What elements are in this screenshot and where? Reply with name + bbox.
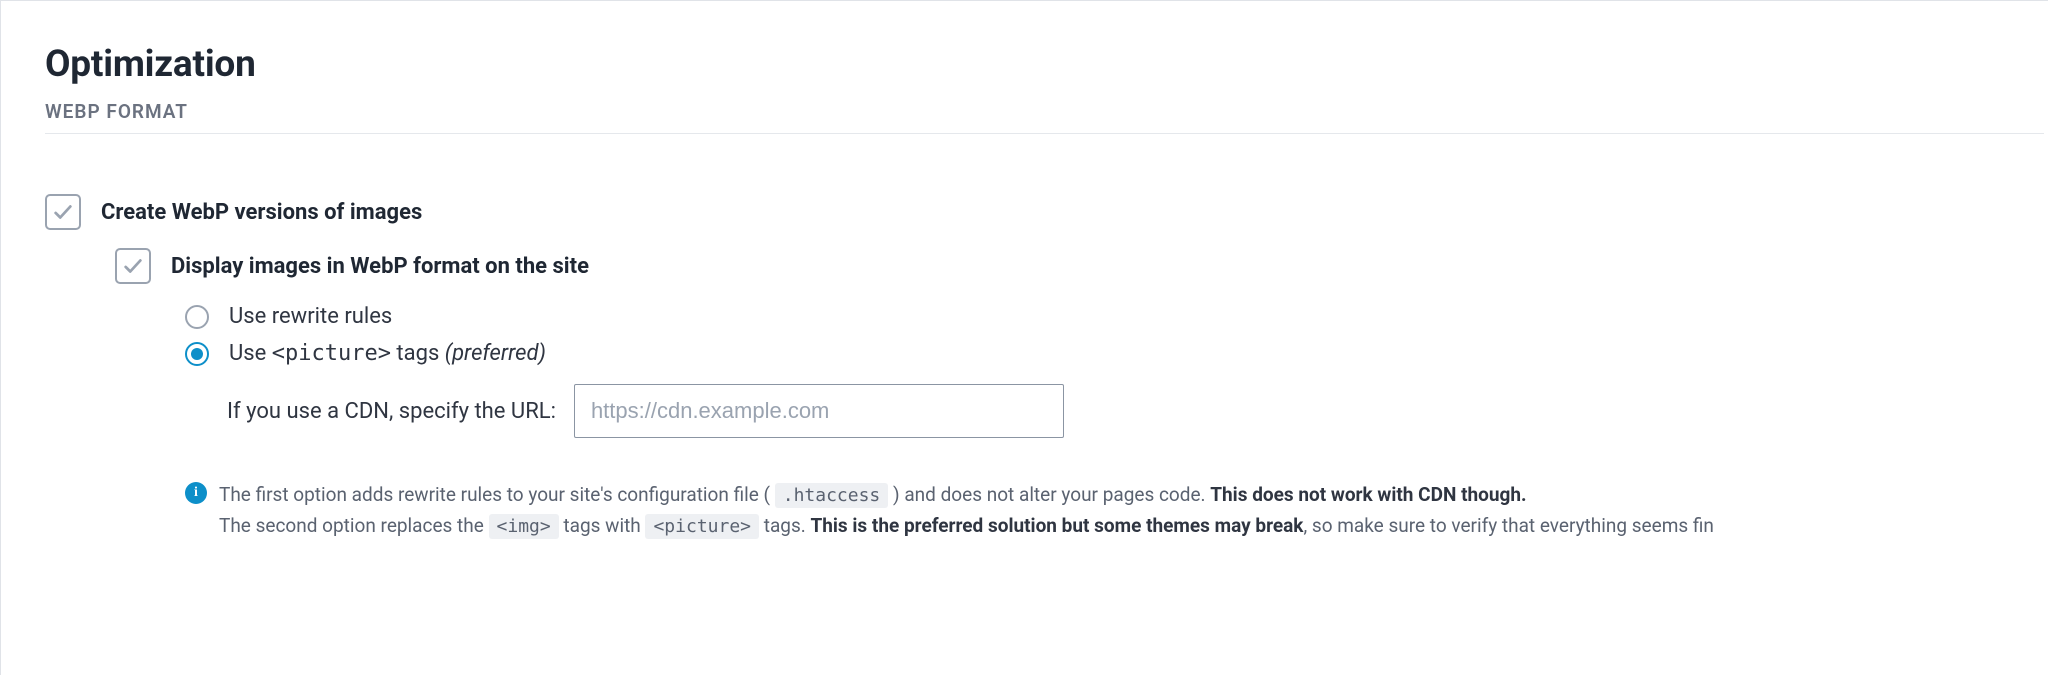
options-group: Create WebP versions of images Display i… xyxy=(45,194,2048,542)
picture-label-prefix: Use xyxy=(229,341,272,366)
display-webp-label: Display images in WebP format on the sit… xyxy=(171,254,589,279)
picture-tags-radio[interactable] xyxy=(185,342,209,366)
picture-label-suffix: tags xyxy=(391,341,445,366)
info2-code2: <picture> xyxy=(645,514,759,539)
create-webp-checkbox[interactable] xyxy=(45,194,81,230)
create-webp-row: Create WebP versions of images xyxy=(45,194,2048,230)
info2-strong: This is the preferred solution but some … xyxy=(810,514,1303,537)
info1-a: The first option adds rewrite rules to y… xyxy=(219,483,775,506)
info-line-1: The first option adds rewrite rules to y… xyxy=(219,480,1714,511)
info1-code: .htaccess xyxy=(775,483,889,508)
info1-strong: This does not work with CDN though. xyxy=(1210,483,1526,506)
check-icon xyxy=(52,201,74,223)
radio-dot-icon xyxy=(191,348,203,360)
info2-c: tags. xyxy=(759,514,810,537)
picture-label-tag: <picture> xyxy=(272,341,391,366)
page-title: Optimization xyxy=(45,43,2048,86)
info2-a: The second option replaces the xyxy=(219,514,489,537)
cdn-url-input[interactable] xyxy=(574,384,1064,438)
info-text: The first option adds rewrite rules to y… xyxy=(219,480,1714,542)
check-icon xyxy=(122,255,144,277)
picture-tags-row: Use <picture> tags (preferred) xyxy=(185,341,2048,366)
cdn-row: If you use a CDN, specify the URL: xyxy=(227,384,2048,438)
display-webp-row: Display images in WebP format on the sit… xyxy=(115,248,2048,284)
info2-b: tags with xyxy=(559,514,646,537)
rewrite-rules-radio[interactable] xyxy=(185,305,209,329)
cdn-label: If you use a CDN, specify the URL: xyxy=(227,399,556,424)
info-block: i The first option adds rewrite rules to… xyxy=(185,480,2048,542)
info2-d: , so make sure to verify that everything… xyxy=(1303,514,1713,537)
info2-code1: <img> xyxy=(489,514,559,539)
section-label: WEBP FORMAT xyxy=(45,100,2044,134)
picture-tags-label: Use <picture> tags (preferred) xyxy=(229,341,546,366)
info-line-2: The second option replaces the <img> tag… xyxy=(219,511,1714,542)
display-webp-checkbox[interactable] xyxy=(115,248,151,284)
rewrite-rules-row: Use rewrite rules xyxy=(185,304,2048,329)
create-webp-label: Create WebP versions of images xyxy=(101,200,422,225)
info-icon: i xyxy=(185,482,207,504)
picture-label-note: (preferred) xyxy=(445,341,546,366)
rewrite-rules-label: Use rewrite rules xyxy=(229,304,392,329)
info1-b: ) and does not alter your pages code. xyxy=(888,483,1210,506)
optimization-panel: Optimization WEBP FORMAT Create WebP ver… xyxy=(0,0,2048,675)
